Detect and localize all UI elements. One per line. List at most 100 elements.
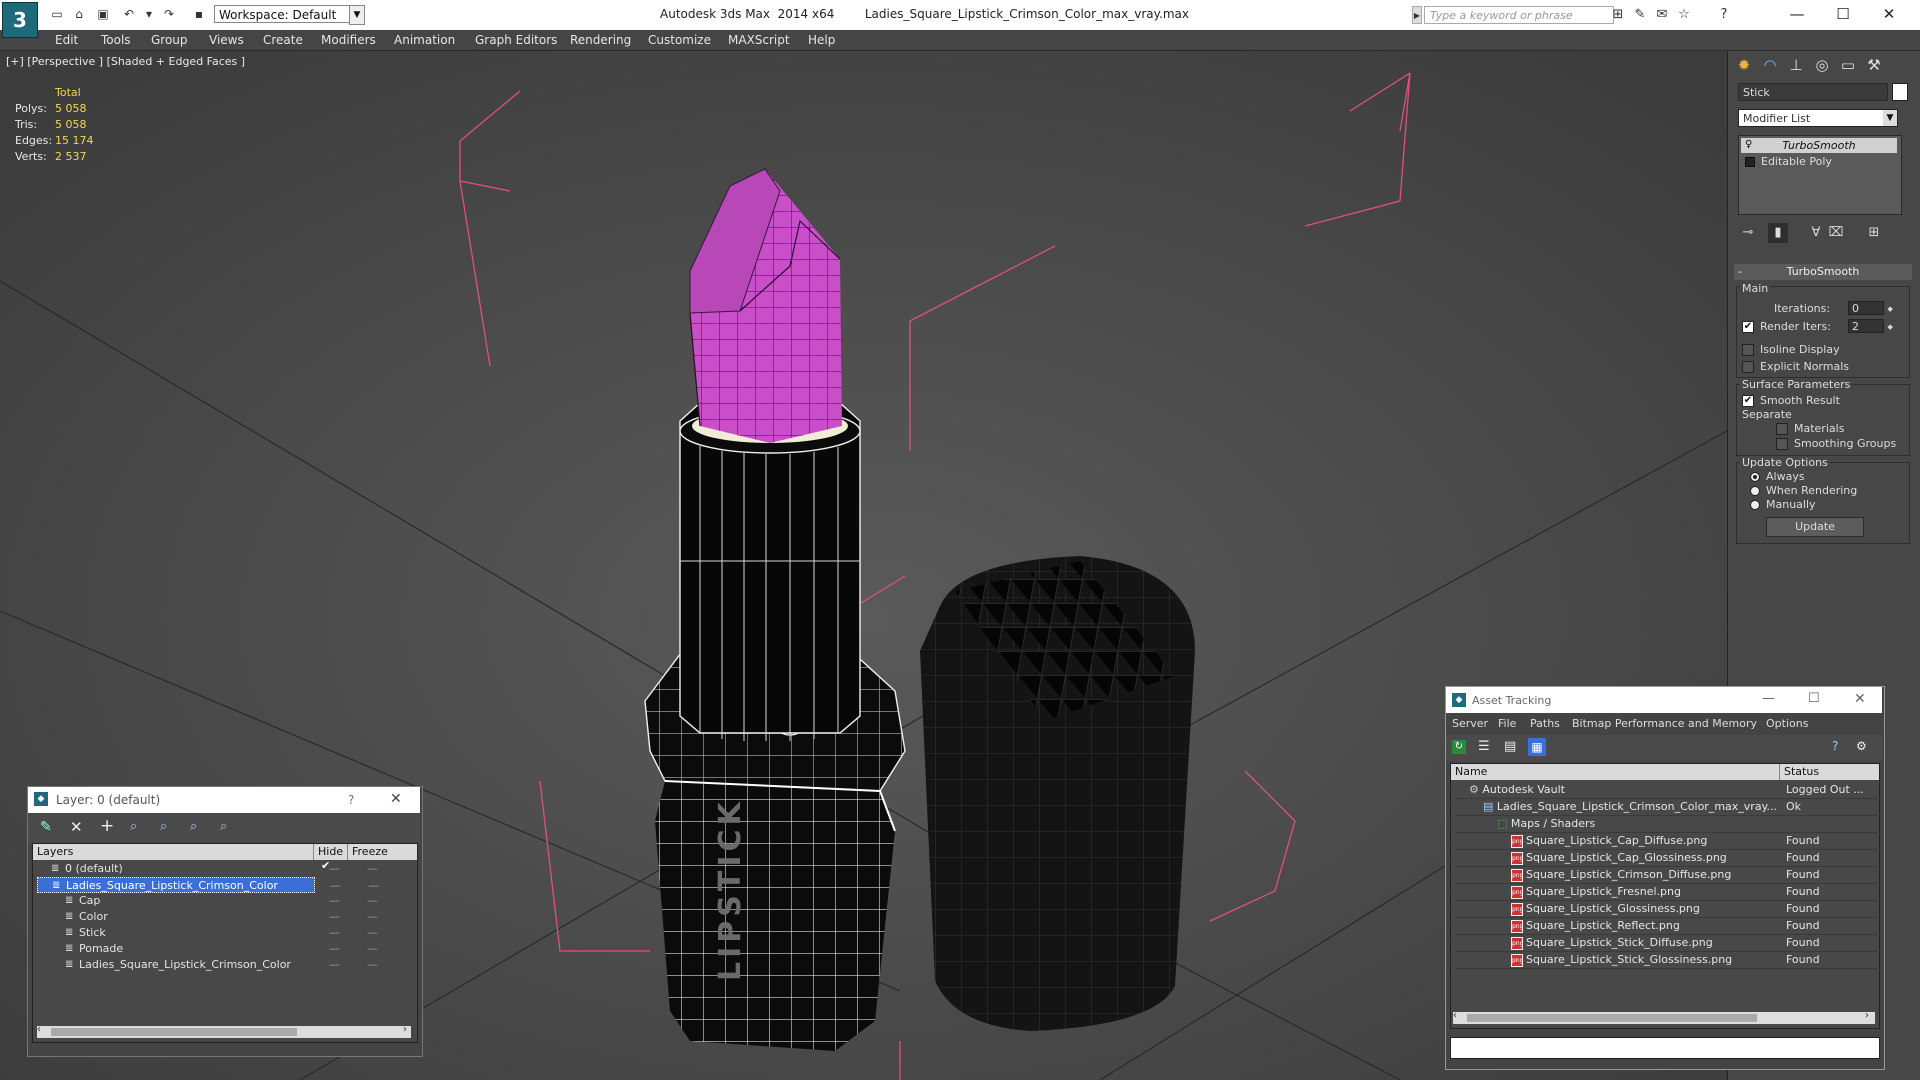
smooth-result-row[interactable]: ✔ Smooth Result: [1742, 394, 1840, 407]
undo-dropdown-icon[interactable]: ▾: [140, 6, 158, 22]
select-objects-icon[interactable]: ⌕: [130, 819, 137, 834]
help-icon[interactable]: ?: [1716, 7, 1732, 23]
freeze-toggle[interactable]: —: [367, 957, 378, 973]
add-to-layer-icon[interactable]: +: [100, 816, 114, 836]
smooth-result-checkbox[interactable]: ✔: [1742, 395, 1754, 407]
menu-maxscript[interactable]: MAXScript: [728, 33, 790, 47]
save-icon[interactable]: ▣: [94, 6, 112, 22]
asset-row[interactable]: png Square_Lipstick_Cap_Glossiness.png Fou…: [1455, 849, 1881, 867]
display-tab-icon[interactable]: ▭: [1836, 53, 1860, 77]
menu-modifiers[interactable]: Modifiers: [321, 33, 376, 47]
scroll-thumb[interactable]: [1467, 1014, 1757, 1022]
layer-row[interactable]: ≣ Cap — —: [37, 893, 421, 909]
undo-icon[interactable]: ↶: [120, 6, 138, 22]
layer-row[interactable]: ≣ Stick — —: [37, 925, 421, 941]
menu-group[interactable]: Group: [151, 33, 188, 47]
asset-row[interactable]: ▤ Ladies_Square_Lipstick_Crimson_Color_m…: [1455, 798, 1881, 816]
viewport-label[interactable]: [+] [Perspective ] [Shaded + Edged Faces…: [6, 55, 245, 68]
delete-layer-icon[interactable]: ✕: [70, 818, 83, 836]
app-logo-icon[interactable]: 3: [2, 2, 38, 38]
scroll-left-icon[interactable]: ‹: [37, 1024, 41, 1035]
menu-help[interactable]: Help: [808, 33, 835, 47]
hide-toggle[interactable]: —: [329, 909, 340, 925]
close-icon[interactable]: ✕: [1866, 2, 1912, 26]
hide-toggle[interactable]: —: [329, 941, 340, 957]
asset-menu-paths[interactable]: Paths: [1530, 717, 1560, 730]
layer-row[interactable]: ≣ Ladies_Square_Lipstick_Crimson_Color — —: [37, 877, 379, 893]
asset-menu-bitmap[interactable]: Bitmap Performance and Memory: [1572, 717, 1757, 730]
close-icon[interactable]: ✕: [1854, 691, 1866, 707]
minimize-icon[interactable]: —: [1774, 2, 1820, 26]
freeze-all-icon[interactable]: ⌕: [220, 819, 227, 834]
maximize-icon[interactable]: ☐: [1808, 691, 1820, 706]
binoculars-icon[interactable]: ⊞: [1610, 7, 1626, 23]
menu-create[interactable]: Create: [263, 33, 303, 47]
menu-customize[interactable]: Customize: [648, 33, 711, 47]
modify-tab-icon[interactable]: ◠: [1758, 53, 1782, 77]
render-iters-value[interactable]: 2: [1848, 319, 1884, 333]
manually-radio[interactable]: [1750, 500, 1760, 510]
isoline-checkbox[interactable]: [1742, 344, 1754, 356]
layer-row[interactable]: ≣ Ladies_Square_Lipstick_Crimson_Color — —: [37, 957, 421, 973]
iterations-value[interactable]: 0: [1848, 301, 1884, 315]
asset-row[interactable]: png Square_Lipstick_Stick_Glossiness.png F…: [1455, 951, 1881, 969]
freeze-toggle[interactable]: —: [367, 941, 378, 957]
subscription-icon[interactable]: ✎: [1632, 7, 1648, 23]
when-rendering-radio-row[interactable]: When Rendering: [1750, 484, 1857, 497]
asset-menu-server[interactable]: Server: [1452, 717, 1488, 730]
asset-dialog-titlebar[interactable]: ◆ Asset Tracking — ☐ ✕: [1446, 687, 1882, 713]
scroll-thumb[interactable]: [51, 1028, 297, 1036]
new-file-icon[interactable]: ▭: [48, 6, 66, 22]
redo-icon[interactable]: ↷: [160, 6, 178, 22]
modifier-list-select[interactable]: Modifier List ▼: [1738, 109, 1898, 127]
hide-toggle[interactable]: —: [329, 893, 340, 909]
asset-menu-options[interactable]: Options: [1766, 717, 1808, 730]
asset-row[interactable]: png Square_Lipstick_Cap_Diffuse.png Found: [1455, 832, 1881, 850]
chevron-down-icon[interactable]: ▼: [1883, 110, 1897, 126]
manually-radio-row[interactable]: Manually: [1750, 498, 1816, 511]
asset-menu-file[interactable]: File: [1498, 717, 1516, 730]
rollout-header[interactable]: - TurboSmooth: [1734, 264, 1912, 280]
menu-views[interactable]: Views: [209, 33, 244, 47]
materials-row[interactable]: Materials: [1776, 422, 1844, 435]
asset-row[interactable]: ⬚ Maps / Shaders: [1455, 815, 1881, 833]
layer-dialog-titlebar[interactable]: ◆ Layer: 0 (default) ? ✕: [28, 787, 420, 813]
smoothing-groups-checkbox[interactable]: [1776, 438, 1788, 450]
freeze-toggle[interactable]: —: [367, 925, 378, 941]
thumbnail-view-icon[interactable]: ▤: [1504, 739, 1516, 754]
hide-all-icon[interactable]: ⌕: [190, 819, 197, 834]
minimize-icon[interactable]: —: [1762, 691, 1775, 706]
table-view-icon[interactable]: ▦: [1528, 738, 1546, 756]
isoline-row[interactable]: Isoline Display: [1742, 343, 1840, 356]
render-iters-spinner[interactable]: 2 ◆: [1848, 319, 1893, 333]
expand-search-icon[interactable]: ▶: [1412, 6, 1422, 24]
asset-row[interactable]: png Square_Lipstick_Glossiness.png Found: [1455, 900, 1881, 918]
scroll-left-icon[interactable]: ‹: [1453, 1010, 1457, 1021]
col-layers[interactable]: Layers: [37, 844, 73, 860]
object-color-swatch[interactable]: [1892, 83, 1908, 101]
menu-edit[interactable]: Edit: [55, 33, 78, 47]
hide-toggle[interactable]: —: [329, 861, 340, 877]
new-layer-icon[interactable]: ✎: [40, 819, 52, 835]
explicit-normals-row[interactable]: Explicit Normals: [1742, 360, 1849, 373]
open-file-icon[interactable]: ⌂: [70, 6, 88, 22]
freeze-toggle[interactable]: —: [368, 878, 379, 894]
layer-row[interactable]: ≣ 0 (default) — — ✔: [37, 858, 421, 877]
freeze-toggle[interactable]: —: [367, 893, 378, 909]
hide-toggle[interactable]: —: [329, 925, 340, 941]
iterations-spinner[interactable]: 0 ◆: [1848, 301, 1893, 315]
motion-tab-icon[interactable]: ◎: [1810, 53, 1834, 77]
menu-graph-editors[interactable]: Graph Editors: [475, 33, 557, 47]
expand-square-icon[interactable]: [1745, 157, 1755, 167]
chevron-down-icon[interactable]: ▼: [349, 5, 365, 25]
help-icon[interactable]: ?: [1832, 739, 1838, 753]
current-layer-check-icon[interactable]: ✔: [321, 858, 330, 874]
stack-item-editable-poly[interactable]: Editable Poly: [1741, 154, 1897, 169]
workspace-select[interactable]: Workspace: Default ▼: [214, 5, 365, 25]
make-unique-icon[interactable]: ∀: [1806, 223, 1826, 243]
close-icon[interactable]: ✕: [390, 791, 402, 807]
object-name-field[interactable]: Stick: [1738, 83, 1888, 101]
always-radio-row[interactable]: Always: [1750, 470, 1805, 483]
show-end-result-icon[interactable]: ▮: [1768, 223, 1788, 243]
col-name[interactable]: Name: [1455, 764, 1487, 780]
